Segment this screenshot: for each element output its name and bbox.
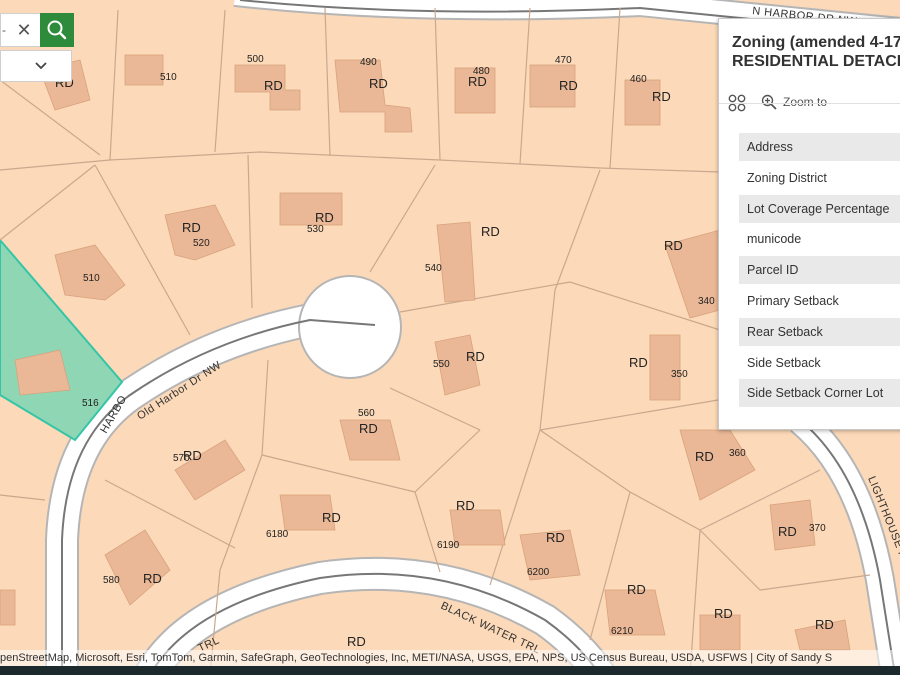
parcel-number: 6190 (437, 540, 460, 551)
taskbar-strip (0, 666, 900, 675)
parcel-number: 540 (425, 263, 442, 274)
parcel-number: 360 (729, 448, 746, 459)
popup-title-line1: Zoning (amended 4-17 (732, 34, 900, 51)
popup-title: Zoning (amended 4-17 RESIDENTIAL DETACH (732, 33, 900, 71)
attribute-list: Address Zoning District Lot Coverage Per… (739, 133, 900, 410)
zoning-label: RD (664, 238, 683, 253)
parcel-number: 490 (360, 57, 377, 68)
zoom-in-icon (761, 94, 777, 110)
zoning-label: RD (466, 349, 485, 364)
zoning-label: RD (347, 634, 366, 649)
parcel-number: 550 (433, 359, 450, 370)
attribute-field-rear-setback: Rear Setback (739, 317, 900, 346)
zoning-label: RD (264, 78, 283, 93)
popup-divider (719, 103, 900, 104)
zoning-label: RD (468, 74, 487, 89)
attribute-field-side-setback: Side Setback (747, 355, 821, 370)
zoning-label: RD (559, 78, 578, 93)
parcel-number: 6210 (611, 626, 634, 637)
attribute-field-lot-coverage: Lot Coverage Percentage (739, 194, 900, 223)
zoning-label: RD (369, 76, 388, 91)
zoning-label: RD (778, 524, 797, 539)
attribute-field-side-setback-corner: Side Setback Corner Lot (739, 379, 900, 408)
feature-popup[interactable]: Zoning (amended 4-17 RESIDENTIAL DETACH … (718, 18, 900, 430)
search-source-dropdown[interactable] (0, 50, 72, 82)
popup-title-line2: RESIDENTIAL DETACH (732, 53, 900, 70)
parcel-number: 340 (698, 296, 715, 307)
zoning-label: RD (815, 617, 834, 632)
zoning-label: RD (481, 224, 500, 239)
zoning-label: RD (627, 582, 646, 597)
parcel-number: 370 (809, 523, 826, 534)
attribute-field-parcel-id: Parcel ID (739, 256, 900, 285)
parcel-number: 350 (671, 369, 688, 380)
search-icon (47, 20, 67, 40)
zoning-label: RD (315, 210, 334, 225)
attribute-field-address: Address (739, 133, 900, 161)
parcel-number: 6180 (266, 529, 289, 540)
parcel-number: 460 (630, 74, 647, 85)
zoning-label: RD (359, 421, 378, 436)
search-input-text: - (2, 23, 6, 37)
chevron-down-icon (35, 62, 47, 70)
parcel-number: 520 (193, 238, 210, 249)
parcel-number: 580 (103, 575, 120, 586)
parcel-number: 500 (247, 54, 264, 65)
zoning-label: RD (456, 498, 475, 513)
zoning-label: RD (629, 355, 648, 370)
close-icon[interactable]: ✕ (15, 20, 33, 40)
zoom-to-label: Zoom to (783, 95, 828, 109)
zoning-label: RD (143, 571, 162, 586)
zoning-label: RD (322, 510, 341, 525)
zoning-label: RD (714, 606, 733, 621)
parcel-number: 530 (307, 224, 324, 235)
parcel-number: 510 (83, 273, 100, 284)
map-attribution: penStreetMap, Microsoft, Esri, TomTom, G… (0, 650, 900, 666)
zoning-label: RD (546, 530, 565, 545)
search-button[interactable] (40, 13, 74, 47)
attribute-field-municode: municode (747, 232, 802, 247)
zoning-label: RD (183, 448, 202, 463)
zoom-to-button[interactable]: Zoom to (761, 93, 827, 111)
parcel-number: 470 (555, 55, 572, 66)
attribute-field-zoning-district: Zoning District (747, 170, 827, 185)
parcel-number: 510 (160, 72, 177, 83)
parcel-number: 560 (358, 408, 375, 419)
parcel-number: 516 (82, 398, 99, 409)
zoning-label: RD (182, 220, 201, 235)
zoning-label: RD (652, 89, 671, 104)
zoning-label: RD (695, 449, 714, 464)
parcel-number: 6200 (527, 567, 550, 578)
attribute-field-primary-setback: Primary Setback (747, 293, 839, 308)
